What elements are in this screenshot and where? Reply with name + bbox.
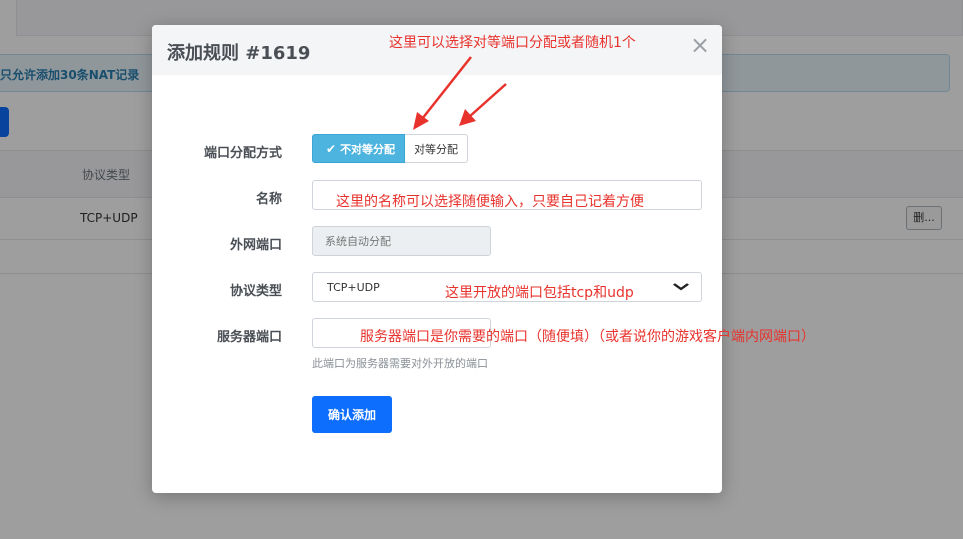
annotation-protocol: 这里开放的端口包括tcp和udp [445,285,634,301]
port-mode-label: 端口分配方式 [203,146,282,161]
modal-title: 添加规则 #1619 [167,43,311,64]
port-mode-symmetric-label: 对等分配 [414,142,459,156]
protocol-select-value: TCP+UDP [327,280,380,294]
close-icon[interactable]: × [690,33,710,57]
server-port-help: 此端口为服务器需要对外开放的端口 [312,357,488,370]
annotation-port-mode: 这里可以选择对等端口分配或者随机1个 [389,35,636,51]
external-port-label: 外网端口 [229,238,282,253]
port-mode-toggle: ✔ 不对等分配 对等分配 [312,134,469,163]
annotation-server-port: 服务器端口是你需要的端口（随便填）（或者说你的游戏客户端内网端口） [360,329,815,345]
external-port-input [312,226,491,256]
confirm-add-button[interactable]: 确认添加 [312,396,392,433]
port-mode-asymmetric-button[interactable]: ✔ 不对等分配 [312,134,406,163]
annotation-name: 这里的名称可以选择随便输入，只要自己记着方便 [336,194,644,210]
port-mode-symmetric-button[interactable]: 对等分配 [405,134,469,163]
port-mode-asymmetric-label: 不对等分配 [340,142,396,156]
check-icon: ✔ [326,141,337,156]
protocol-label: 协议类型 [229,284,282,299]
add-rule-modal: 添加规则 #1619 × 端口分配方式 ✔ 不对等分配 对等分配 名称 外网端口… [152,25,722,493]
server-port-label: 服务器端口 [216,330,282,345]
chevron-down-icon [673,280,690,294]
name-label: 名称 [255,192,282,207]
